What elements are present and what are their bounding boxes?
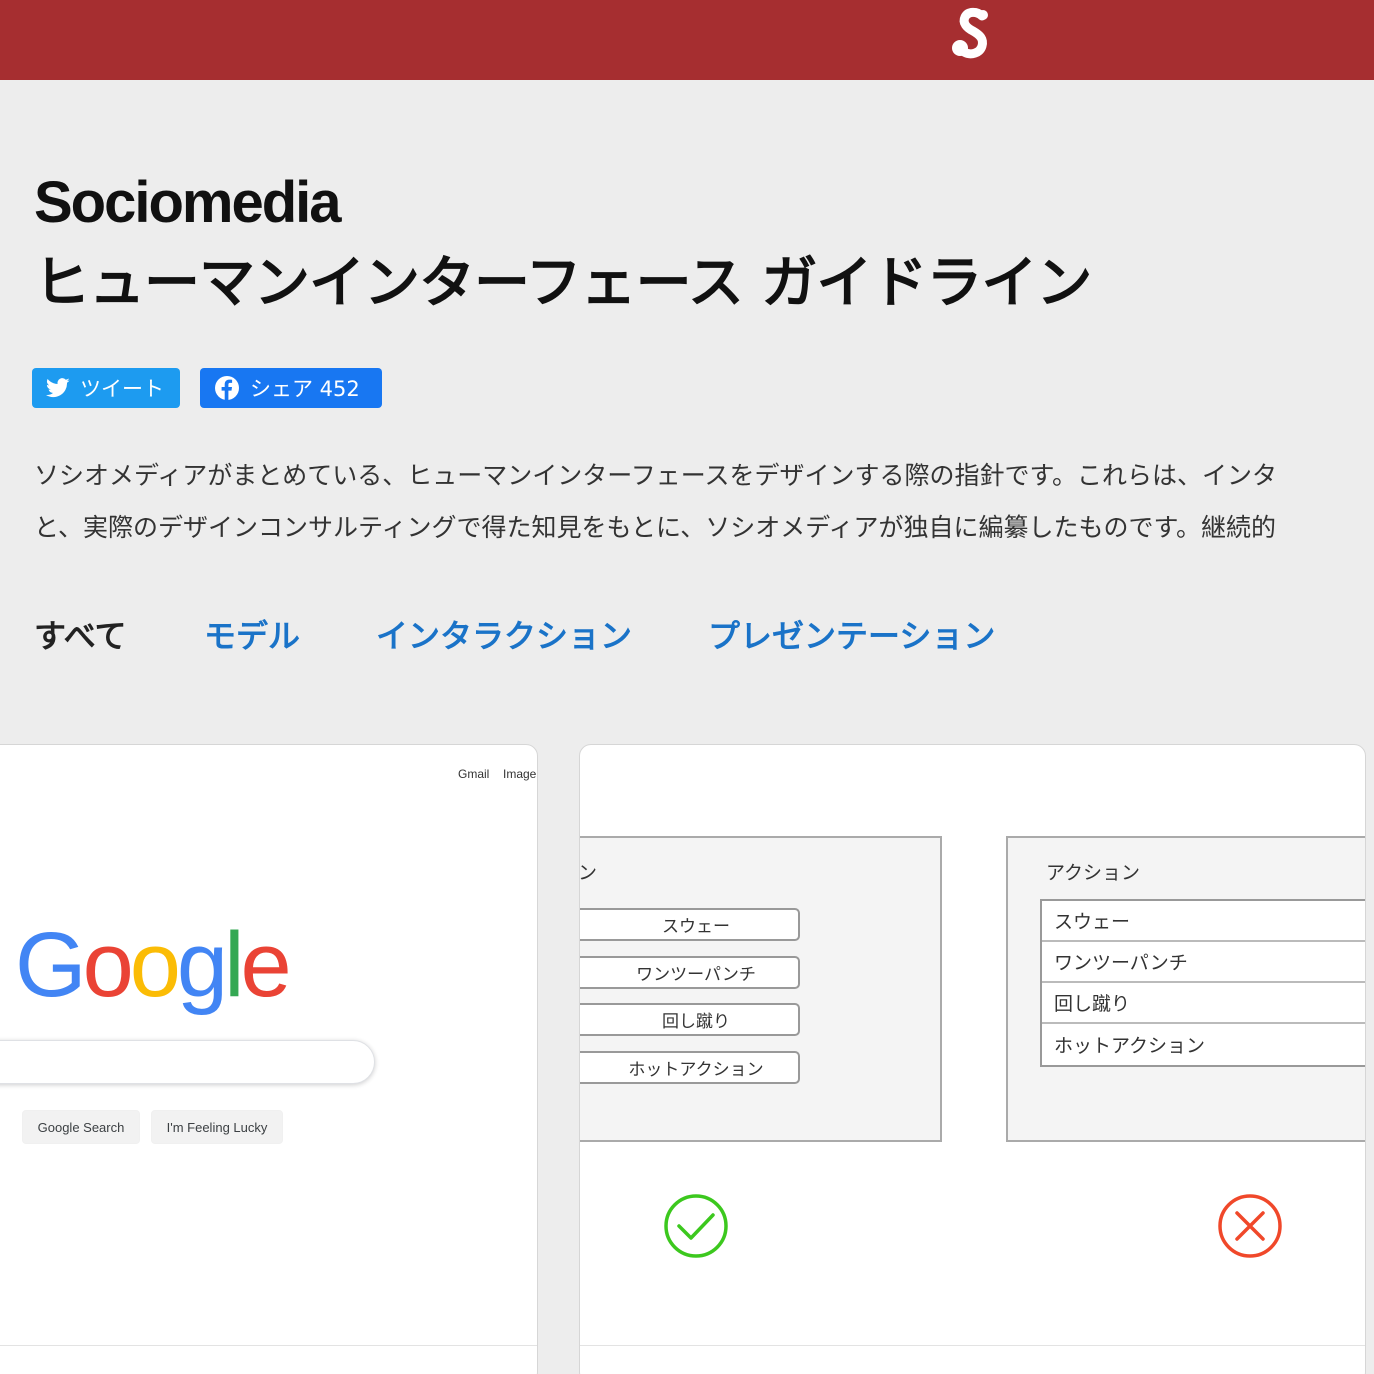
- lead-paragraph: ソシオメディアがまとめている、ヒューマンインターフェースをデザインする際の指針で…: [34, 450, 1374, 554]
- brand-name: Sociomedia: [34, 170, 342, 235]
- images-link: Image: [503, 767, 537, 781]
- tab-interaction[interactable]: インタラクション: [376, 612, 632, 660]
- guideline-card-google[interactable]: Gmail Image Google Google Search I'm Fee…: [0, 744, 538, 1374]
- bad-example-panel: アクション スウェー ワンツーパンチ 回し蹴り ホットアクション: [1006, 836, 1365, 1142]
- google-logo-letter: o: [82, 914, 134, 1016]
- google-logo-letter: l: [224, 914, 245, 1016]
- guideline-card-actions[interactable]: ン スウェー ワンツーパンチ 回し蹴り ホットアクション アクション スウェー …: [579, 744, 1366, 1374]
- facebook-icon: [215, 376, 239, 400]
- twitter-bird-icon: [46, 378, 70, 398]
- left-panel-title: ン: [579, 862, 598, 884]
- card-divider: [580, 1345, 1365, 1346]
- page-title: ヒューマンインターフェース ガイドライン: [34, 251, 1092, 316]
- feeling-lucky-button: I'm Feeling Lucky: [151, 1110, 283, 1144]
- right-panel-title: アクション: [1046, 862, 1141, 884]
- tweet-button[interactable]: ツイート: [32, 368, 180, 408]
- google-logo-letter: g: [176, 914, 228, 1016]
- action-list: スウェー ワンツーパンチ 回し蹴り ホットアクション: [1040, 899, 1365, 1067]
- action-button: ワンツーパンチ: [580, 956, 800, 989]
- tab-all[interactable]: すべて: [34, 612, 126, 660]
- action-button: スウェー: [580, 908, 800, 941]
- google-logo-letter: e: [240, 914, 292, 1016]
- list-item: ワンツーパンチ: [1042, 942, 1365, 983]
- cross-circle-icon: [1218, 1194, 1282, 1258]
- list-item: ホットアクション: [1054, 1035, 1206, 1057]
- facebook-share-button[interactable]: シェア 452: [200, 368, 382, 408]
- card-divider: [0, 1345, 537, 1346]
- google-logo-letter: o: [129, 914, 181, 1016]
- tweet-label: ツイート: [80, 377, 164, 401]
- list-item: スウェー: [1042, 901, 1365, 942]
- action-button: 回し蹴り: [580, 1003, 800, 1036]
- google-logo: Google: [15, 909, 292, 1021]
- gmail-link: Gmail: [458, 767, 490, 781]
- check-circle-icon: [664, 1194, 728, 1258]
- google-search-box: [0, 1040, 375, 1084]
- google-search-button: Google Search: [22, 1110, 140, 1144]
- share-label: シェア 452: [250, 377, 360, 401]
- action-button: ホットアクション: [580, 1051, 800, 1084]
- sociomedia-logo-icon[interactable]: [946, 6, 998, 68]
- list-item: 回し蹴り: [1042, 983, 1365, 1024]
- tab-presentation[interactable]: プレゼンテーション: [708, 612, 995, 660]
- lead-line-1: ソシオメディアがまとめている、ヒューマンインターフェースをデザインする際の指針で…: [34, 461, 1278, 490]
- lead-line-2: と、実際のデザインコンサルティングで得た知見をもとに、ソシオメディアが独自に編纂…: [34, 513, 1277, 542]
- tab-model[interactable]: モデル: [204, 612, 300, 660]
- good-example-panel: ン スウェー ワンツーパンチ 回し蹴り ホットアクション: [579, 836, 942, 1142]
- google-logo-letter: G: [15, 914, 87, 1016]
- top-bar: [0, 0, 1374, 80]
